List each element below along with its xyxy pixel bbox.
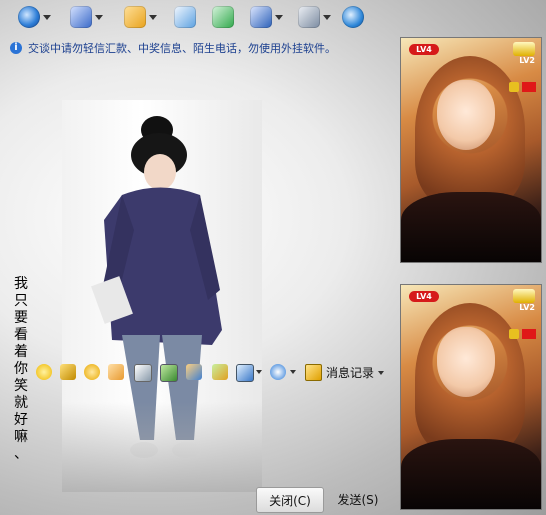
recording-indicator-icon <box>522 329 536 339</box>
chevron-down-icon[interactable] <box>275 14 283 20</box>
chat-background-photo <box>62 100 262 492</box>
magic-emoticon-icon[interactable] <box>60 364 76 380</box>
chevron-down-icon[interactable] <box>323 14 331 20</box>
chevron-down-icon[interactable] <box>290 370 296 374</box>
music-icon[interactable] <box>186 364 202 380</box>
vertical-caption: 我 只 要 看 着 你 笑 就 好 嘛 、 <box>14 276 28 462</box>
screen-capture-icon[interactable] <box>236 364 254 382</box>
chevron-down-icon[interactable] <box>149 14 157 20</box>
message-history-button[interactable]: 消息记录 <box>305 364 385 381</box>
file-transfer-button[interactable] <box>124 4 157 30</box>
video-call-button[interactable] <box>18 4 51 30</box>
chat-toolbar <box>0 0 546 34</box>
image-icon[interactable] <box>160 364 178 382</box>
crown-icon <box>513 42 535 56</box>
emoticon-icon[interactable] <box>36 364 52 380</box>
payment-icon[interactable] <box>270 364 286 380</box>
remote-video-panel[interactable]: LV4 LV2 <box>400 37 542 263</box>
security-notice: i 交谈中请勿轻信汇款、中奖信息、陌生电话，勿使用外挂软件。 <box>10 40 336 56</box>
level-badge: LV4 <box>409 291 439 302</box>
wink-icon[interactable] <box>84 364 100 380</box>
hand-icon[interactable] <box>108 364 124 380</box>
add-contact-button[interactable] <box>212 4 234 30</box>
remote-assist-icon <box>250 6 272 28</box>
settings-button[interactable] <box>298 4 331 30</box>
close-button[interactable]: 关闭(C) <box>256 487 324 513</box>
add-contact-icon <box>212 6 234 28</box>
chevron-down-icon[interactable] <box>256 370 262 374</box>
mail-icon <box>174 6 196 28</box>
settings-icon <box>298 6 320 28</box>
info-icon: i <box>10 42 22 54</box>
chevron-down-icon[interactable] <box>378 370 385 375</box>
level-badge-secondary: LV2 <box>519 303 535 312</box>
app-launch-icon <box>342 6 364 28</box>
message-history-label: 消息记录 <box>326 366 375 380</box>
microphone-icon <box>70 6 92 28</box>
gift-icon[interactable] <box>212 364 228 380</box>
app-launch-button[interactable] <box>342 4 364 30</box>
screenshot-icon[interactable] <box>134 364 152 382</box>
chevron-down-icon[interactable] <box>43 14 51 20</box>
remote-assist-button[interactable] <box>250 4 283 30</box>
send-button[interactable]: 发送(S) <box>330 487 386 511</box>
chevron-down-icon[interactable] <box>95 14 103 20</box>
crown-icon <box>513 289 535 303</box>
mail-button[interactable] <box>174 4 196 30</box>
video-call-icon <box>18 6 40 28</box>
speaker-icon[interactable] <box>509 82 519 92</box>
recording-indicator-icon <box>522 82 536 92</box>
speaker-icon[interactable] <box>509 329 519 339</box>
level-badge-secondary: LV2 <box>519 56 535 65</box>
folder-transfer-icon <box>124 6 146 28</box>
person-illustration <box>91 116 222 458</box>
history-icon <box>305 364 322 381</box>
level-badge: LV4 <box>409 44 439 55</box>
local-video-panel[interactable]: LV4 LV2 <box>400 284 542 510</box>
voice-call-button[interactable] <box>70 4 103 30</box>
security-notice-text: 交谈中请勿轻信汇款、中奖信息、陌生电话，勿使用外挂软件。 <box>28 42 336 55</box>
